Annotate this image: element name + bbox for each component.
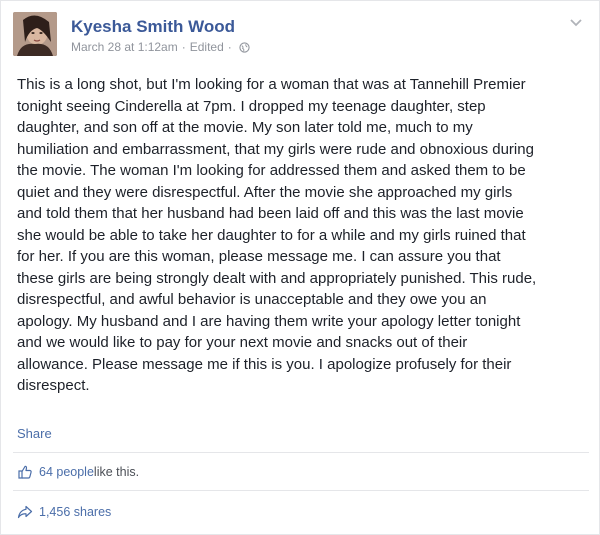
likes-summary: 64 people like this. xyxy=(17,464,139,480)
avatar[interactable] xyxy=(13,12,57,56)
facebook-post: Kyesha Smith Wood March 28 at 1:12am · E… xyxy=(0,0,600,535)
globe-icon[interactable] xyxy=(239,41,250,53)
author-name[interactable]: Kyesha Smith Wood xyxy=(71,17,235,37)
post-header: Kyesha Smith Wood March 28 at 1:12am · E… xyxy=(13,12,589,58)
share-arrow-icon xyxy=(17,504,33,520)
chevron-down-icon[interactable] xyxy=(569,18,583,28)
likes-link[interactable]: 64 people xyxy=(39,465,94,479)
likes-suffix: like this. xyxy=(93,465,140,479)
divider xyxy=(13,490,589,491)
thumbs-up-icon xyxy=(17,464,33,480)
post-timestamp[interactable]: March 28 at 1:12am xyxy=(71,40,178,54)
meta-separator-2: · xyxy=(227,40,232,54)
shares-link[interactable]: 1,456 shares xyxy=(39,505,111,519)
post-body-text: This is a long shot, but I'm looking for… xyxy=(17,76,537,394)
post-meta: March 28 at 1:12am · Edited · xyxy=(71,40,250,54)
shares-summary: 1,456 shares xyxy=(17,504,111,520)
edited-label[interactable]: Edited xyxy=(190,40,224,54)
divider xyxy=(13,452,589,453)
profile-photo-icon xyxy=(13,12,57,56)
meta-separator: · xyxy=(181,40,186,54)
share-button[interactable]: Share xyxy=(17,426,52,441)
